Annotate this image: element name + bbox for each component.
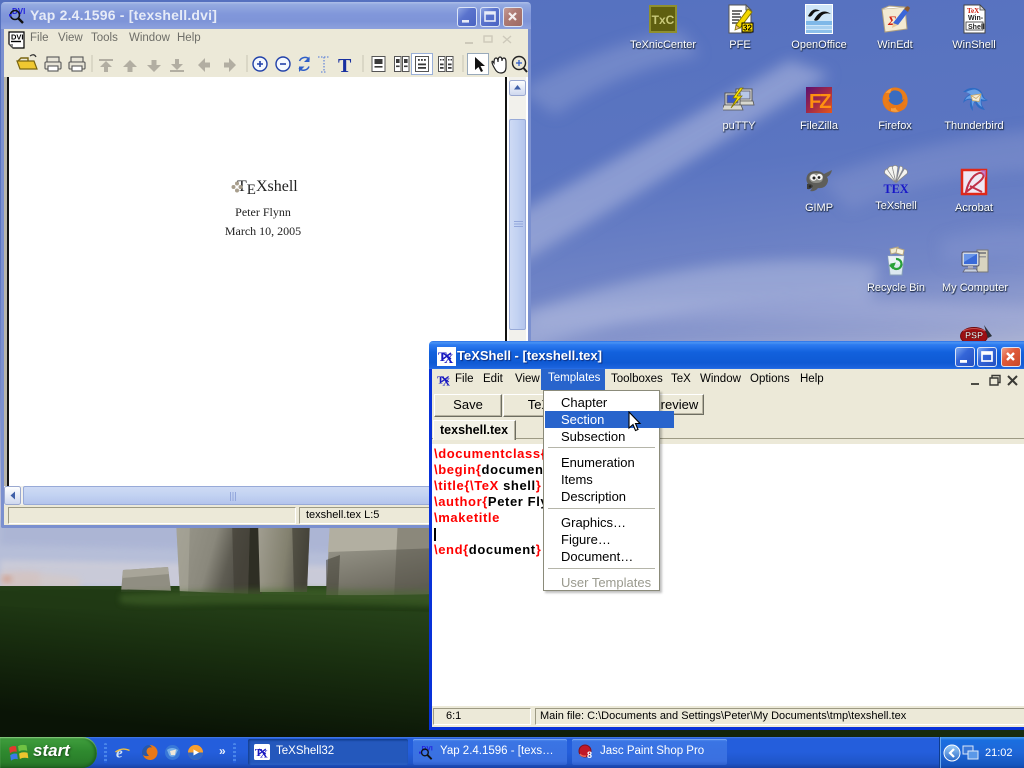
svg-text:T: T [338,55,352,76]
svg-text:8: 8 [587,750,592,760]
svg-text:Shell: Shell [968,24,985,31]
svg-text:FZ: FZ [809,91,831,113]
svg-text:Win-: Win- [968,15,984,22]
svg-text:e: e [116,746,123,762]
svg-text:32: 32 [743,24,752,33]
svg-text:TEX: TEX [883,182,908,196]
svg-text:DVI: DVI [11,33,24,42]
svg-text:TeX: TeX [967,7,979,15]
svg-text:TxC: TxC [652,13,675,27]
svg-text:PSP: PSP [965,331,983,341]
svg-text:X: X [444,351,454,366]
